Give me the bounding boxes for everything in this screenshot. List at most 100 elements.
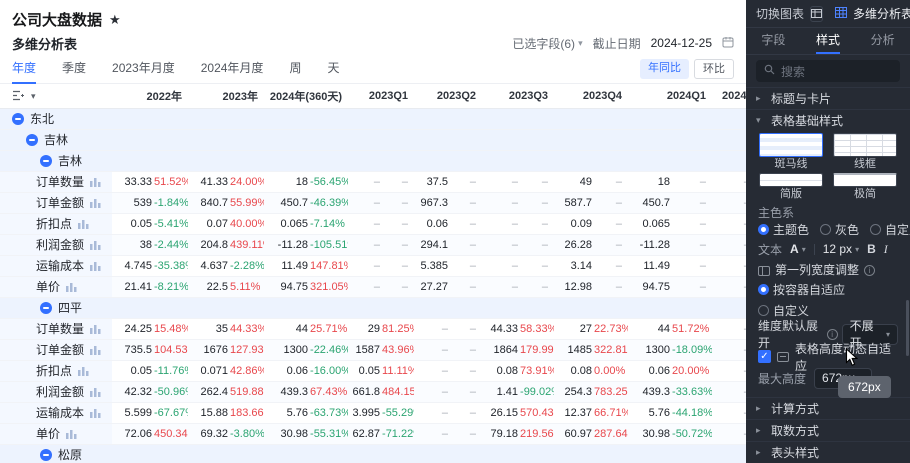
pct-cell: – [672,234,713,256]
sidebar-tab[interactable]: 样式 [801,28,856,54]
collapse-icon[interactable] [40,154,52,167]
style-preview [759,173,823,187]
style-option-label: 线框 [854,158,876,170]
radio-option[interactable]: 按容器自适应 [758,281,898,298]
section-title-card[interactable]: ▸ 标题与卡片 [746,87,910,109]
section-label: 取数方式 [771,424,820,438]
value-cell: 15.88 [188,402,231,424]
chevron-down-icon[interactable]: ▾ [31,91,36,101]
value-cell: 0.09 [554,213,595,235]
table-style-option[interactable]: 线框 [832,133,898,170]
bar-chart-icon[interactable] [66,281,77,292]
section-header[interactable]: ▸ 取数方式 [746,419,910,441]
group-label: 松原 [58,448,83,462]
compare-button[interactable]: 环比 [694,58,734,79]
period-tab[interactable]: 周 [289,54,301,84]
period-tab[interactable]: 2023年月度 [112,54,175,84]
bar-chart-icon[interactable] [90,239,101,250]
bar-chart-icon[interactable] [78,365,89,376]
value-cell: 12.37 [554,402,595,424]
collapse-icon[interactable] [12,112,24,125]
style-preview [759,133,823,157]
section-header[interactable]: ▸ 表头样式 [746,441,910,463]
deadline-date[interactable]: 2024-12-25 [651,36,712,50]
section-header[interactable]: ▸ 计算方式 [746,397,910,419]
pct-cell: 22.73% [594,318,629,340]
selected-fields-dropdown[interactable]: 已选字段(6) ▾ [512,35,582,52]
period-tab[interactable]: 年度 [12,54,37,84]
radio-option[interactable]: 主题色 [758,223,809,237]
sidebar-tab[interactable]: 字段 [746,28,801,54]
favorite-star-icon[interactable]: ★ [109,12,121,28]
pct-cell: – [520,234,555,256]
sidebar-tab[interactable]: 分析 [855,28,910,54]
bar-chart-icon[interactable] [90,407,101,418]
section-label: 表头样式 [771,446,820,460]
pct-cell: -55.29% [382,402,415,424]
section-table-base-style[interactable]: ▾ 表格基础样式 [746,109,910,131]
pct-cell: 321.05% [310,276,349,298]
radio-dot [758,224,769,235]
table-style-option[interactable]: 极简 [832,173,898,200]
sidebar-scrollbar[interactable] [906,300,909,356]
pivot-table: ▾ 2022年 2023年 2024年(360天) 2023Q1 2023Q2 2023Q3… [0,84,746,463]
pct-cell: 179.99% [520,339,555,361]
value-cell: 37.5 [414,171,451,193]
value-cell: 0.06 [628,360,673,382]
search-input[interactable]: 搜索 [756,60,900,82]
metric-row: 折扣点0.05-11.76%0.07142.86%0.06-16.00%0.05… [0,360,746,382]
period-tab[interactable]: 天 [327,54,339,84]
value-cell: 35 [188,318,231,340]
bar-chart-icon[interactable] [90,344,101,355]
table-style-option[interactable]: 简版 [758,173,824,200]
period-tab[interactable]: 季度 [62,54,86,84]
collapse-icon[interactable] [26,133,38,146]
auto-height-checkbox[interactable]: ✓ [758,350,771,363]
font-color-dropdown[interactable]: A ▾ [790,242,806,256]
bar-chart-icon[interactable] [78,218,89,229]
max-height-tooltip: 672px [838,376,891,398]
radio-option[interactable]: 自定义 [870,223,910,237]
value-cell: 0.065 [264,213,311,235]
group-row: 吉林 [0,150,746,172]
bar-chart-icon[interactable] [90,323,101,334]
info-icon[interactable]: i [826,328,838,340]
column-header: 2023年 [188,84,265,109]
bar-chart-icon[interactable] [66,428,77,439]
hierarchy-expand-icon[interactable] [12,90,25,101]
pct-cell: 20.00% [672,360,713,382]
pct-cell: 66.71% [594,402,629,424]
pct-cell: 0.00% [594,360,629,382]
bar-chart-icon[interactable] [90,197,101,208]
bar-chart-icon[interactable] [90,386,101,397]
info-icon[interactable]: i [864,265,876,276]
table-corner-cell: ▾ [0,84,112,109]
value-cell: 12.98 [554,276,595,298]
collapse-icon[interactable] [40,448,52,461]
pct-cell: 11.11% [382,360,415,382]
pct-cell: -33.63% [672,381,713,403]
collapse-icon[interactable] [40,301,52,314]
pct-cell: – [672,276,713,298]
chevron-right-icon: ▸ [756,425,761,435]
value-cell: 450.7 [264,192,311,214]
value-cell: – [482,192,521,214]
italic-button[interactable]: I [884,242,888,257]
value-cell: 69.32 [188,423,231,445]
value-cell: – [348,255,383,277]
radio-option[interactable]: 灰色 [820,223,859,237]
section-label: 表格基础样式 [771,114,844,128]
chart-type-button[interactable] [810,5,824,22]
bar-chart-icon[interactable] [90,176,101,187]
bold-button[interactable]: B [867,242,876,256]
table-style-option[interactable]: 斑马线 [758,133,824,170]
value-cell: 22.5 [188,276,231,298]
font-size-dropdown[interactable]: 12 px ▾ [823,242,859,256]
calendar-icon[interactable] [722,36,734,51]
value-cell: 0.05 [112,360,154,382]
bar-chart-icon[interactable] [90,260,101,271]
compare-button[interactable]: 年同比 [640,58,689,79]
period-tab[interactable]: 2024年月度 [201,54,264,84]
section-label: 标题与卡片 [771,92,832,106]
pct-cell: -22.46% [310,339,349,361]
